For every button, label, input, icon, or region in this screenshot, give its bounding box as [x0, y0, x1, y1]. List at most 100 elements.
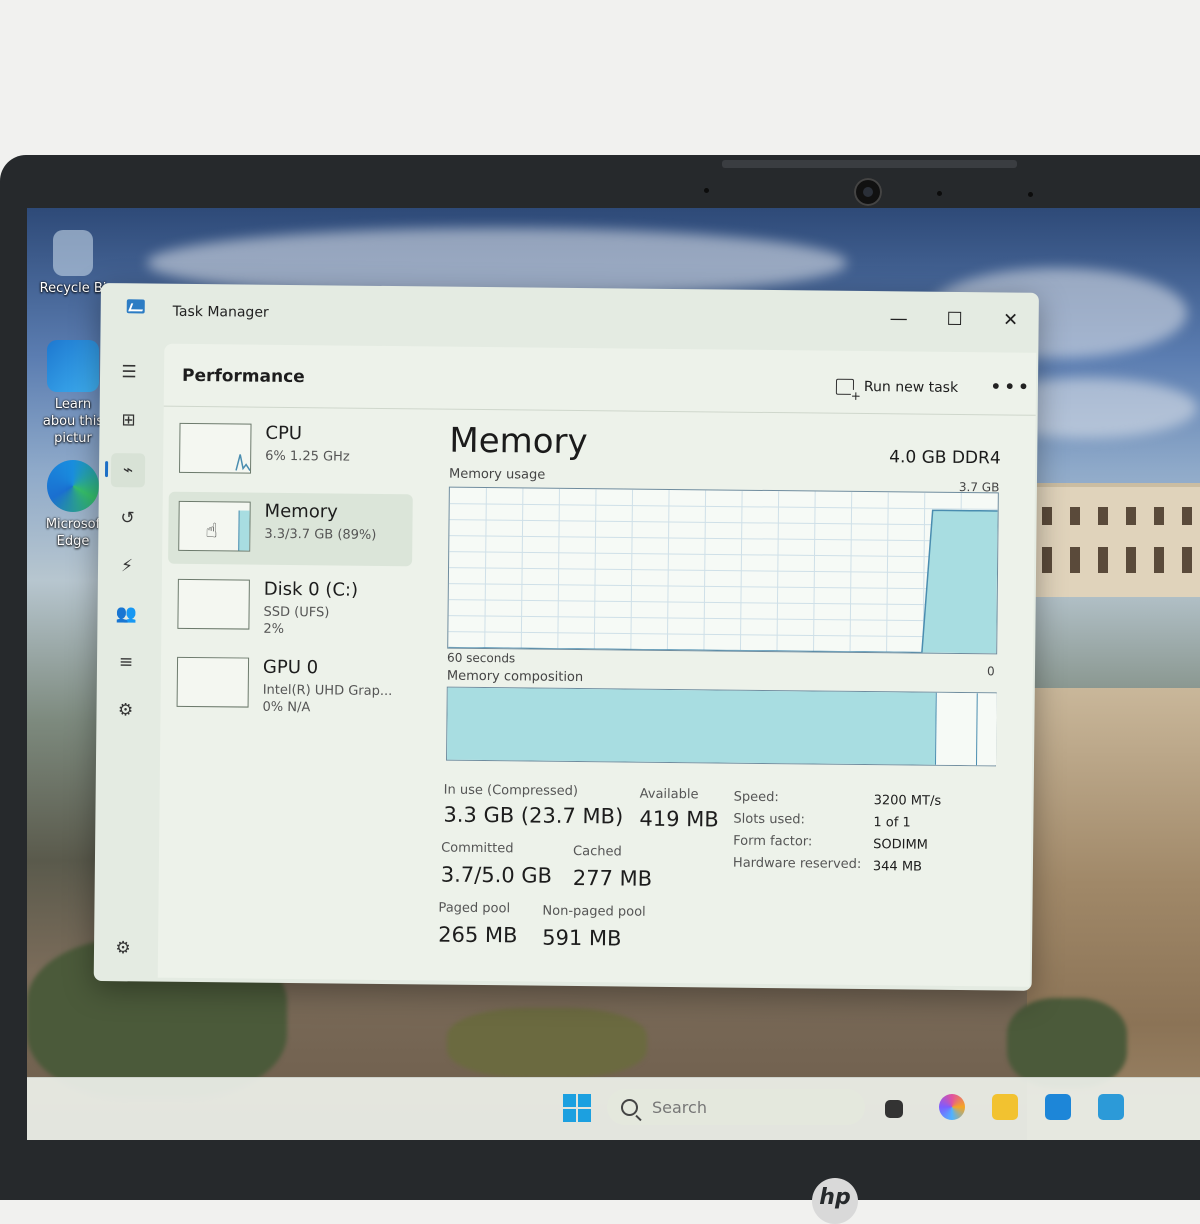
resource-item-gpu[interactable]: GPU 0 Intel(R) UHD Grap... 0% N/A [166, 648, 411, 723]
stat-in-use-label: In use (Compressed) [443, 782, 579, 800]
resource-detail: 6% 1.25 GHz [265, 448, 350, 465]
spec-slots-value: 1 of 1 [873, 815, 911, 831]
grid-line [448, 583, 997, 590]
memory-usage-chart [448, 488, 998, 654]
composition-in-use [447, 687, 936, 765]
resource-name: Memory [264, 500, 338, 523]
windows-logo-icon [563, 1094, 576, 1107]
run-task-icon [835, 378, 855, 395]
hp-logo: hp [812, 1178, 858, 1224]
services-icon[interactable]: ⚙ [114, 699, 136, 721]
resource-detail-2: 2% [263, 621, 285, 637]
taskbar: Search [27, 1077, 1200, 1140]
more-options-icon[interactable]: ••• [990, 374, 1032, 398]
spec-speed-value: 3200 MT/s [873, 793, 942, 809]
stat-in-use-value: 3.3 GB (23.7 MB) [443, 802, 624, 829]
task-manager-app-icon [126, 299, 145, 314]
maximize-button[interactable]: ☐ [935, 304, 975, 334]
title-bar[interactable]: Task Manager — ☐ ✕ [100, 283, 1039, 353]
sensor-dot [1028, 192, 1033, 197]
spec-form-factor-label: Form factor: [733, 833, 813, 850]
settings-icon[interactable]: ⚙ [112, 937, 134, 959]
memory-composition-label: Memory composition [446, 668, 584, 686]
copilot-icon[interactable] [939, 1094, 965, 1120]
grid-line [448, 599, 997, 606]
recycle-bin-icon [53, 230, 93, 276]
grid-line [449, 503, 998, 510]
performance-icon[interactable]: ⌁ [110, 453, 146, 488]
resource-name: GPU 0 [262, 656, 319, 679]
stat-cached-label: Cached [572, 843, 622, 860]
desktop-icon-recycle-bin[interactable]: Recycle Bi [37, 230, 109, 297]
start-button[interactable] [563, 1094, 591, 1122]
memory-usage-line [448, 509, 998, 654]
spec-speed-label: Speed: [733, 789, 779, 806]
stat-cached-value: 277 MB [572, 865, 653, 891]
pointer-cursor-icon: ☝ [205, 518, 218, 543]
resource-detail: SSD (UFS) [263, 604, 330, 621]
learn-about-picture-icon [47, 340, 99, 392]
resource-item-cpu[interactable]: CPU 6% 1.25 GHz [169, 414, 414, 489]
wallpaper-building [1032, 483, 1200, 597]
composition-free [975, 693, 997, 766]
resource-item-disk[interactable]: Disk 0 (C:) SSD (UFS) 2% [167, 570, 412, 645]
stat-available-label: Available [639, 786, 699, 803]
spec-hardware-reserved-label: Hardware reserved: [732, 855, 862, 872]
app-history-icon[interactable]: ↺ [116, 507, 138, 529]
memory-usage-area [448, 510, 998, 654]
grid-line [449, 551, 998, 558]
grid-line [448, 631, 997, 638]
run-new-task-button[interactable]: Run new task [835, 378, 958, 396]
grid-line [449, 519, 998, 526]
grid-line [449, 535, 998, 542]
task-manager-window: Task Manager — ☐ ✕ ☰ ⊞ ⌁ ↺ ⚡ 👥 ≡ ⚙ ⚙ Per… [93, 283, 1039, 991]
stat-committed-value: 3.7/5.0 GB [440, 862, 553, 888]
users-icon[interactable]: 👥 [115, 603, 137, 625]
stat-paged-pool-label: Paged pool [438, 900, 511, 917]
file-explorer-icon[interactable] [992, 1094, 1018, 1120]
close-button[interactable]: ✕ [991, 304, 1031, 334]
store-icon[interactable] [1045, 1094, 1071, 1120]
window-title: Task Manager [172, 303, 269, 321]
gpu-thumbnail-graph [176, 656, 250, 708]
desktop-icon-label: Microsof Edge [45, 517, 101, 549]
memory-spec: 4.0 GB DDR4 [889, 447, 1001, 469]
desktop-icon-label: Recycle Bi [39, 281, 107, 296]
minimize-button[interactable]: — [879, 303, 919, 333]
desktop-icon-learn-about-picture[interactable]: Learn abou this pictur [37, 340, 109, 447]
details-icon[interactable]: ≡ [115, 651, 137, 673]
stat-available-value: 419 MB [639, 806, 719, 832]
memory-usage-label: Memory usage [448, 466, 546, 483]
resource-item-memory[interactable]: ☝ Memory 3.3/3.7 GB (89%) [168, 491, 413, 567]
search-icon [621, 1098, 638, 1116]
taskbar-search[interactable]: Search [607, 1089, 865, 1125]
performance-pane: Performance Run new task ••• CPU 6% 1.25… [157, 343, 1037, 987]
disk-thumbnail-graph [177, 578, 250, 630]
cpu-thumbnail-graph [179, 422, 252, 474]
grid-line [449, 567, 998, 574]
maximize-icon: ☐ [946, 308, 963, 330]
edge-icon [47, 460, 99, 512]
memory-heading: Memory [449, 420, 588, 463]
memory-thumbnail-graph: ☝ [178, 500, 251, 552]
stat-non-paged-pool-value: 591 MB [542, 925, 622, 951]
task-view-icon[interactable] [885, 1100, 903, 1118]
page-title: Performance [181, 365, 305, 388]
time-span-label: 60 seconds [447, 650, 516, 666]
resource-detail-2: 0% N/A [262, 699, 311, 716]
resource-name: Disk 0 (C:) [263, 578, 359, 601]
active-indicator [104, 461, 109, 478]
camera-bar [722, 160, 1017, 168]
spec-slots-label: Slots used: [733, 811, 805, 828]
task-manager-icon[interactable] [1098, 1094, 1124, 1120]
spec-form-factor-value: SODIMM [873, 837, 929, 853]
hamburger-menu-icon[interactable]: ☰ [118, 361, 140, 383]
desktop-icon-label: Learn abou this pictur [42, 397, 104, 446]
resource-detail: Intel(R) UHD Grap... [262, 682, 393, 700]
sensor-dot [704, 188, 709, 193]
resource-detail: 3.3/3.7 GB (89%) [264, 526, 377, 543]
minimize-icon: — [889, 307, 908, 329]
processes-icon[interactable]: ⊞ [117, 409, 139, 431]
startup-apps-icon[interactable]: ⚡ [116, 555, 138, 577]
navigation-rail: ☰ ⊞ ⌁ ↺ ⚡ 👥 ≡ ⚙ ⚙ [94, 343, 162, 964]
